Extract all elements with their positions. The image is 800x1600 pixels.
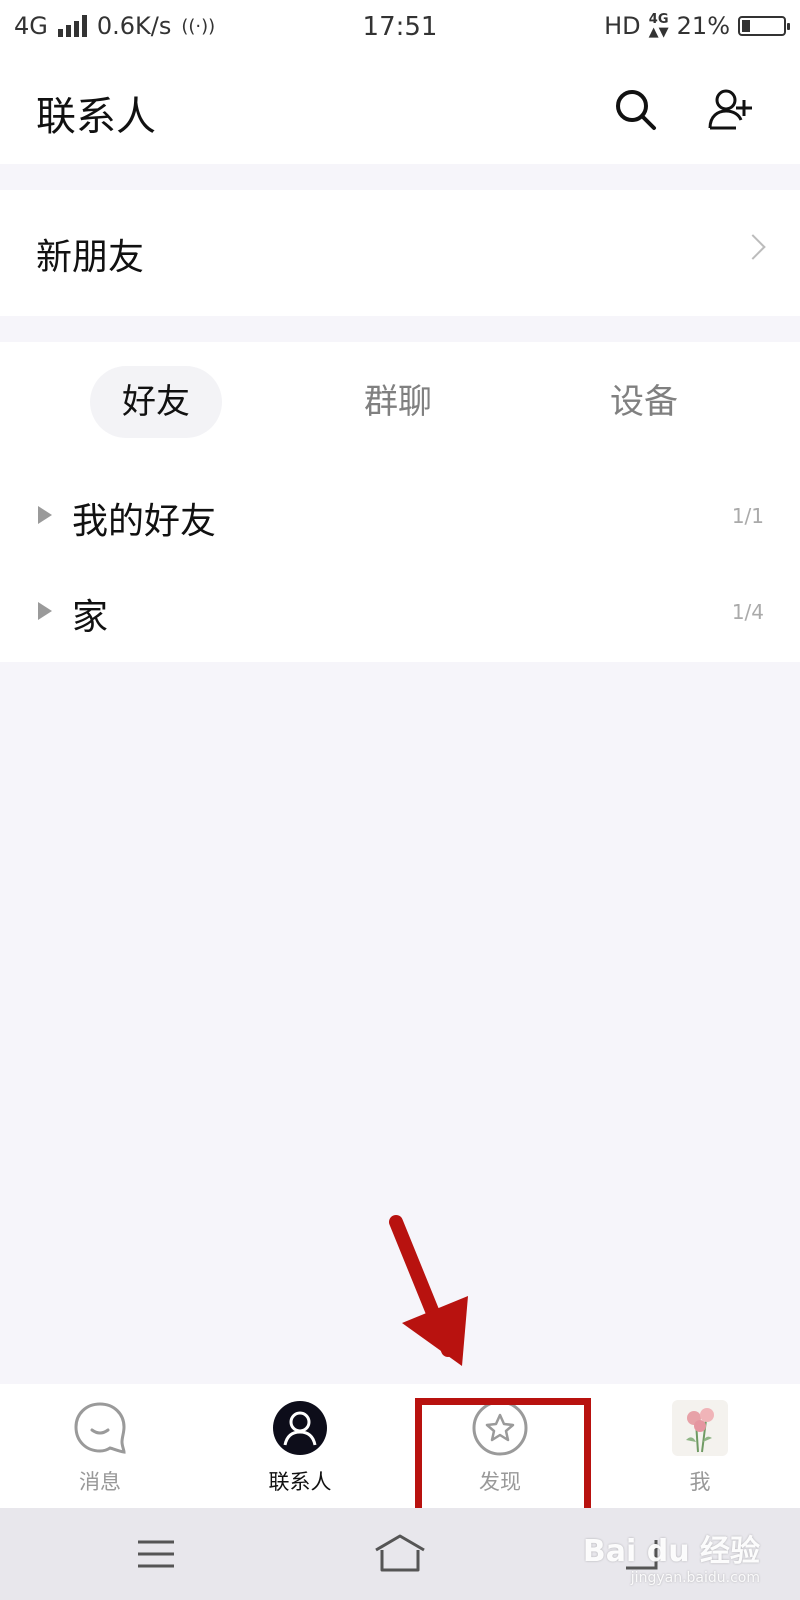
avatar-flower-icon	[672, 1400, 728, 1456]
app-header: 联系人	[0, 56, 800, 164]
tab-label: 消息	[79, 1470, 121, 1494]
watermark-subtext: jingyan.baidu.com	[630, 1570, 760, 1586]
battery-percent: 21%	[676, 12, 730, 40]
watermark: Bai du 经验 jingyan.baidu.com	[583, 1526, 760, 1586]
new-friends-row[interactable]: 新朋友	[0, 190, 800, 316]
tab-label: 我	[689, 1470, 711, 1494]
add-friend-icon[interactable]	[706, 86, 754, 134]
expand-triangle-icon	[38, 602, 52, 620]
tab-label: 发现	[479, 1470, 521, 1494]
mobile-data-label: 4G	[648, 12, 669, 27]
bottom-tab-bar: 消息 联系人 发现 我	[0, 1384, 800, 1508]
new-friends-label: 新朋友	[36, 237, 145, 278]
watermark-text: Bai du 经验	[582, 1534, 760, 1569]
chat-bubble-icon	[74, 1402, 126, 1454]
tab-label: 联系人	[268, 1470, 332, 1494]
battery-icon	[738, 16, 790, 36]
group-name: 我的好友	[72, 501, 217, 542]
group-name: 家	[72, 597, 109, 638]
status-right: HD 4G ▲▼ 21%	[604, 12, 790, 40]
tab-groups[interactable]: 群聊	[332, 366, 464, 438]
mobile-data-icon: 4G ▲▼	[648, 12, 669, 40]
home-icon[interactable]	[370, 1528, 430, 1580]
tab-messages[interactable]: 消息	[0, 1384, 200, 1508]
expand-triangle-icon	[38, 506, 52, 524]
contact-person-icon	[273, 1401, 327, 1455]
tab-friends[interactable]: 好友	[90, 366, 222, 438]
tab-discover[interactable]: 发现	[400, 1384, 600, 1508]
search-icon[interactable]	[612, 86, 660, 134]
discover-star-icon	[472, 1400, 528, 1456]
menu-icon[interactable]	[126, 1528, 186, 1580]
contact-tabs: 好友 群聊 设备	[0, 366, 800, 438]
group-count: 1/4	[731, 600, 764, 624]
page-title: 联系人	[36, 94, 156, 140]
tab-contacts[interactable]: 联系人	[200, 1384, 400, 1508]
chevron-right-icon	[740, 234, 766, 260]
tab-me[interactable]: 我	[600, 1384, 800, 1508]
group-row[interactable]: 我的好友 1/1	[0, 470, 800, 560]
status-bar: 4G 0.6K/s ((·)) 17:51 HD 4G ▲▼ 21%	[0, 0, 800, 56]
hd-indicator: HD	[604, 12, 641, 40]
group-count: 1/1	[731, 504, 764, 528]
tab-devices[interactable]: 设备	[578, 366, 710, 438]
group-row[interactable]: 家 1/4	[0, 566, 800, 656]
contacts-section: 好友 群聊 设备 我的好友 1/1 家 1/4	[0, 342, 800, 662]
